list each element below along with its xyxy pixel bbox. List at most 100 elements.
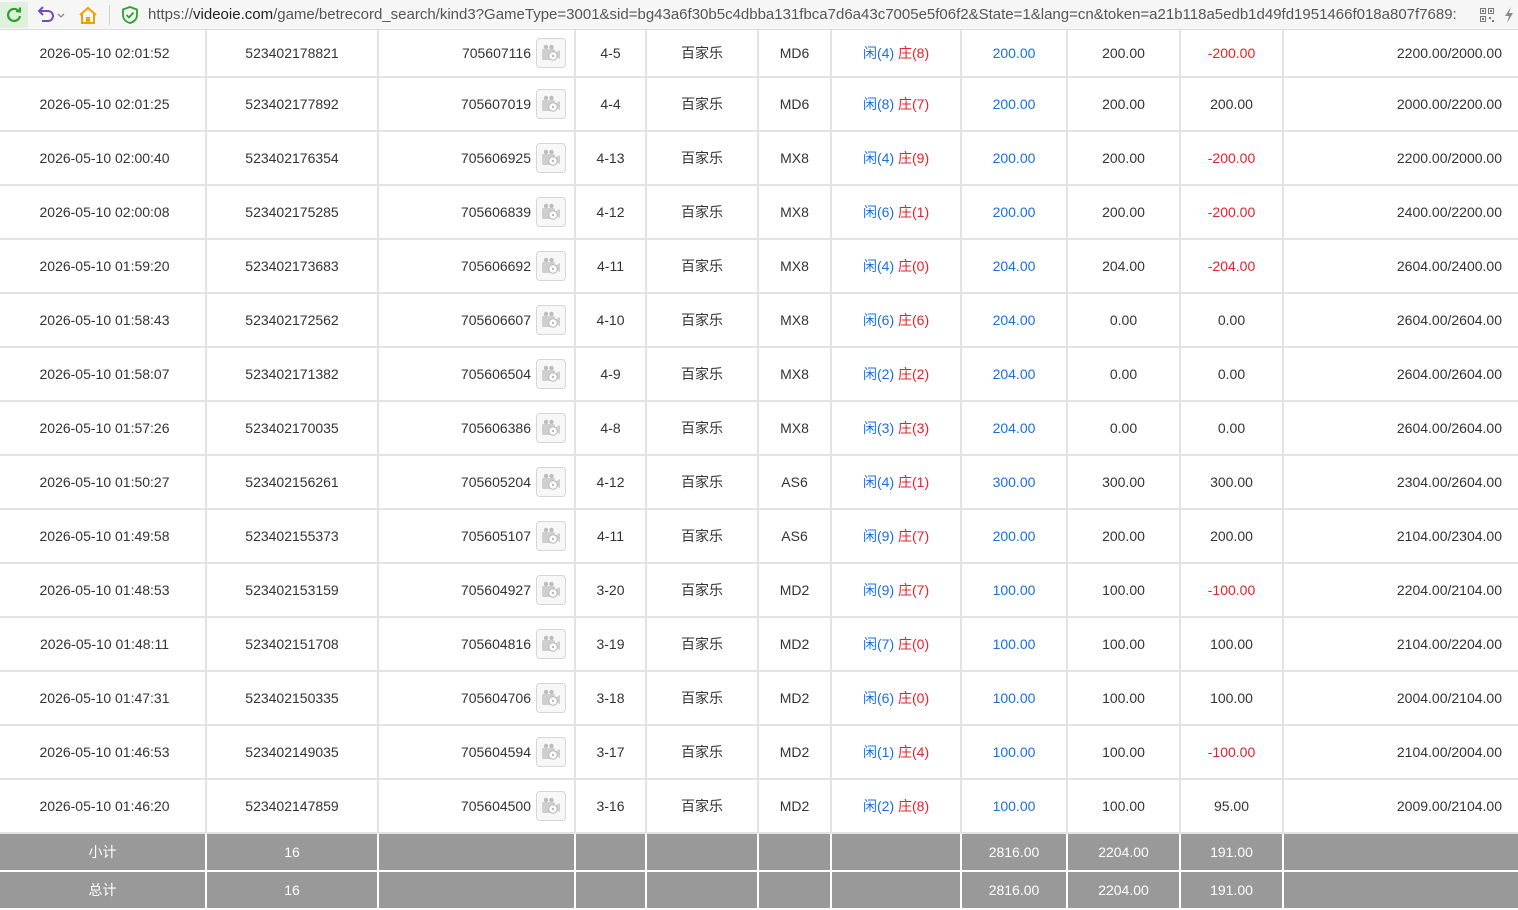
game-type: 百家乐 — [646, 239, 759, 294]
balance-before-after: 2004.00/2104.00 — [1283, 671, 1518, 726]
replay-video-icon[interactable] — [536, 251, 566, 281]
replay-video-icon[interactable] — [536, 683, 566, 713]
game-number-cell: 705606839 — [378, 185, 576, 240]
replay-video-icon[interactable] — [536, 359, 566, 389]
home-icon[interactable] — [76, 2, 100, 28]
table-row: 2026-05-10 01:46:20 523402147859 705604500… — [0, 779, 1518, 834]
replay-video-icon[interactable] — [536, 791, 566, 821]
replay-video-icon[interactable] — [536, 629, 566, 659]
bet-time: 2026-05-10 01:59:20 — [0, 239, 207, 294]
game-type: 百家乐 — [646, 347, 759, 402]
shoe-round: 4-11 — [575, 509, 647, 564]
bet-number: 523402173683 — [206, 239, 379, 294]
banker-score: (7) — [912, 96, 930, 112]
shoe-round: 3-16 — [575, 779, 647, 834]
game-number: 705606925 — [460, 150, 531, 166]
game-number-cell: 705605204 — [378, 455, 576, 510]
game-number: 705605204 — [460, 474, 531, 490]
subtotal-row: 小计 16 2816.00 2204.00 191.00 — [0, 833, 1518, 872]
table-code: MX8 — [758, 401, 832, 456]
game-number: 705604927 — [460, 582, 531, 598]
table-row: 2026-05-10 02:00:40 523402176354 705606925… — [0, 131, 1518, 186]
game-type: 百家乐 — [646, 30, 759, 78]
bet-time: 2026-05-10 01:47:31 — [0, 671, 207, 726]
security-shield-icon[interactable] — [120, 2, 140, 28]
game-result: 闲(6) 庄(0) — [831, 671, 962, 726]
player-label: 闲 — [863, 582, 877, 598]
game-number: 705606386 — [460, 420, 531, 436]
replay-video-icon[interactable] — [536, 38, 566, 68]
bet-time: 2026-05-10 01:48:11 — [0, 617, 207, 672]
balance-before-after: 2604.00/2400.00 — [1283, 239, 1518, 294]
table-code: MD2 — [758, 671, 832, 726]
replay-video-icon[interactable] — [536, 143, 566, 173]
balance-before-after: 2400.00/2200.00 — [1283, 185, 1518, 240]
win-loss: 200.00 — [1180, 509, 1284, 564]
table-code: MD2 — [758, 779, 832, 834]
replay-video-icon[interactable] — [536, 305, 566, 335]
shoe-round: 4-11 — [575, 239, 647, 294]
game-type: 百家乐 — [646, 401, 759, 456]
table-code: MX8 — [758, 347, 832, 402]
replay-video-icon[interactable] — [536, 197, 566, 227]
game-number: 705606692 — [460, 258, 531, 274]
game-type: 百家乐 — [646, 455, 759, 510]
player-label: 闲 — [863, 312, 877, 328]
empty-cell — [758, 833, 832, 872]
lightning-icon[interactable] — [1501, 2, 1517, 28]
banker-score: (6) — [912, 312, 930, 328]
game-number-cell: 705604927 — [378, 563, 576, 618]
replay-video-icon[interactable] — [536, 89, 566, 119]
player-score: (2) — [877, 366, 895, 382]
bet-time: 2026-05-10 01:49:58 — [0, 509, 207, 564]
replay-video-icon[interactable] — [536, 575, 566, 605]
bet-amount: 204.00 — [961, 347, 1068, 402]
replay-video-icon[interactable] — [536, 467, 566, 497]
player-label: 闲 — [863, 45, 877, 61]
shoe-round: 3-19 — [575, 617, 647, 672]
banker-score: (1) — [912, 204, 930, 220]
table-code: AS6 — [758, 509, 832, 564]
qr-code-icon[interactable] — [1477, 2, 1497, 28]
table-code: AS6 — [758, 455, 832, 510]
game-result: 闲(6) 庄(6) — [831, 293, 962, 348]
shoe-round: 3-17 — [575, 725, 647, 780]
bet-time: 2026-05-10 01:46:20 — [0, 779, 207, 834]
shoe-round: 4-10 — [575, 293, 647, 348]
game-result: 闲(8) 庄(7) — [831, 77, 962, 132]
back-icon[interactable] — [33, 2, 67, 28]
bet-number: 523402170035 — [206, 401, 379, 456]
game-type: 百家乐 — [646, 77, 759, 132]
bet-amount: 200.00 — [961, 185, 1068, 240]
game-type: 百家乐 — [646, 617, 759, 672]
valid-bet: 200.00 — [1067, 30, 1181, 78]
table-code: MX8 — [758, 131, 832, 186]
game-number: 705604706 — [460, 690, 531, 706]
shoe-round: 3-20 — [575, 563, 647, 618]
player-score: (6) — [877, 204, 895, 220]
bet-time: 2026-05-10 01:48:53 — [0, 563, 207, 618]
player-score: (7) — [877, 636, 895, 652]
replay-video-icon[interactable] — [536, 521, 566, 551]
replay-video-icon[interactable] — [536, 737, 566, 767]
game-result: 闲(4) 庄(8) — [831, 30, 962, 78]
refresh-icon[interactable] — [0, 2, 28, 28]
bet-amount: 200.00 — [961, 131, 1068, 186]
player-label: 闲 — [863, 744, 877, 760]
shoe-round: 4-13 — [575, 131, 647, 186]
bet-amount: 100.00 — [961, 617, 1068, 672]
replay-video-icon[interactable] — [536, 413, 566, 443]
player-score: (1) — [877, 744, 895, 760]
balance-before-after: 2204.00/2104.00 — [1283, 563, 1518, 618]
banker-score: (7) — [912, 582, 930, 598]
game-number-cell: 705604500 — [378, 779, 576, 834]
address-bar[interactable]: https://videoie.com/game/betrecord_searc… — [148, 0, 1474, 30]
table-row: 2026-05-10 01:46:53 523402149035 705604594… — [0, 725, 1518, 780]
empty-cell — [575, 871, 647, 910]
game-number-cell: 705606692 — [378, 239, 576, 294]
valid-bet: 300.00 — [1067, 455, 1181, 510]
banker-score: (3) — [912, 420, 930, 436]
table-row: 2026-05-10 01:48:53 523402153159 705604927… — [0, 563, 1518, 618]
subtotal-win-loss: 191.00 — [1180, 833, 1284, 872]
empty-cell — [646, 833, 759, 872]
